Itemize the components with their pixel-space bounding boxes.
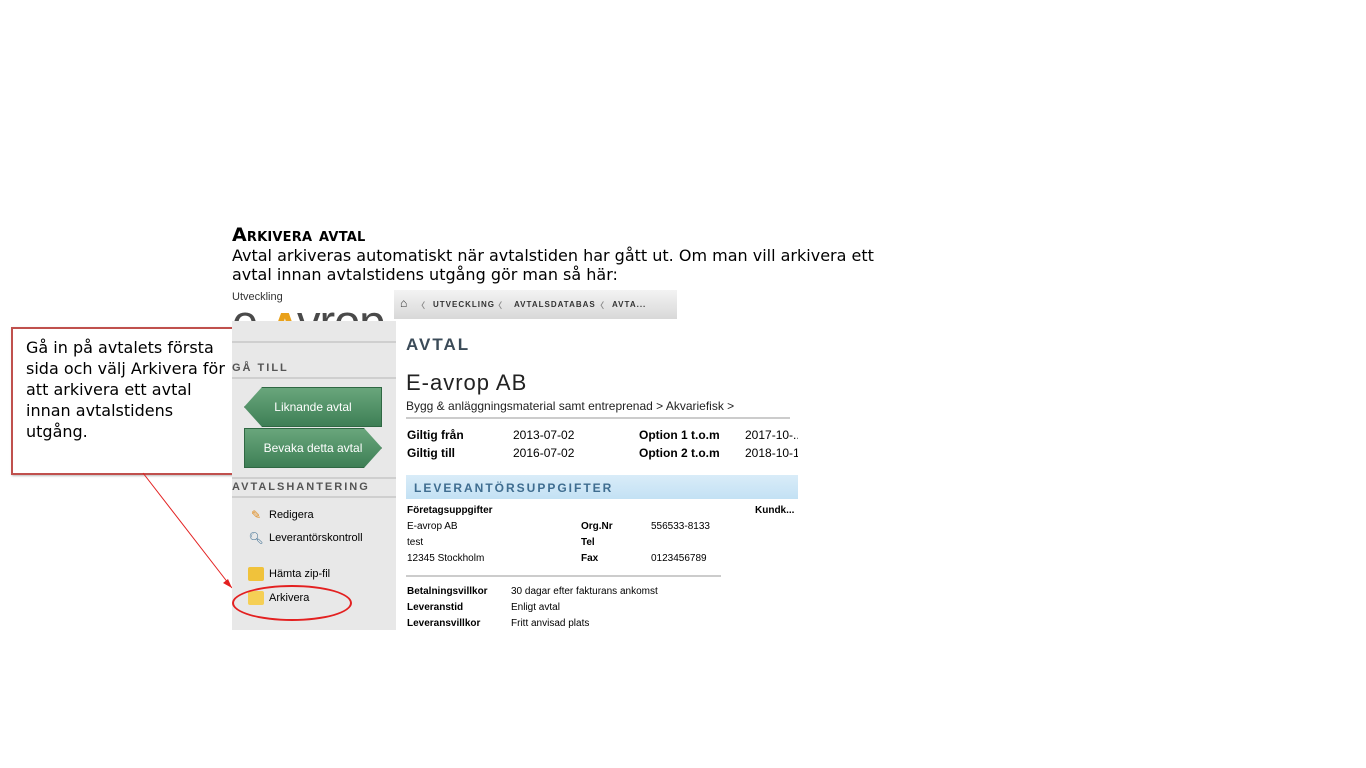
supplier-name: E-avrop AB <box>406 370 528 395</box>
sidebar-item-label: Leverantörskontroll <box>269 532 363 544</box>
fax-value: 0123456789 <box>651 553 707 564</box>
valid-to-label: Giltig till <box>407 446 455 460</box>
sidebar: GÅ TILL Liknande avtal Bevaka detta avta… <box>232 321 396 630</box>
chevron-icon: 〈 <box>494 301 503 310</box>
slide-heading: Arkivera avtal <box>232 224 366 246</box>
sidebar-item-label: Hämta zip-fil <box>269 568 331 580</box>
chevron-icon: 〈 <box>417 301 426 310</box>
company-line: test <box>407 537 424 548</box>
pencil-icon: ✎ <box>250 508 262 522</box>
company-header: Företagsuppgifter <box>407 505 493 516</box>
sidebar-item-hamta-zip[interactable]: Hämta zip-fil <box>248 567 330 581</box>
sidebar-item-redigera[interactable]: ✎ Redigera <box>248 508 314 522</box>
arkivera-highlight-circle <box>232 585 352 621</box>
company-line: 12345 Stockholm <box>407 553 485 564</box>
payment-terms-label: Betalningsvillkor <box>407 586 488 597</box>
tel-label: Tel <box>581 537 595 548</box>
valid-from-label: Giltig från <box>407 428 464 442</box>
contract-main: AVTAL E-avrop AB Bygg & anläggningsmater… <box>398 321 798 630</box>
valid-from-value: 2013-07-02 <box>513 428 575 442</box>
breadcrumb-item-avtalsdatabas[interactable]: AVTALSDATABAS <box>514 300 596 309</box>
goto-header: GÅ TILL <box>232 362 289 374</box>
org-nr-value: 556533-8133 <box>651 521 710 532</box>
section-title: AVTAL <box>406 335 471 354</box>
divider <box>232 341 396 343</box>
similar-contracts-button[interactable]: Liknande avtal <box>244 387 382 427</box>
customer-header: Kundk... <box>755 505 795 516</box>
option1-value: 2017-10-... <box>745 428 798 442</box>
supplier-info-band: LEVERANTÖRSUPPGIFTER <box>406 475 798 499</box>
divider <box>406 417 790 419</box>
divider <box>406 575 721 577</box>
company-line: E-avrop AB <box>407 521 458 532</box>
payment-terms-value: 30 dagar efter fakturans ankomst <box>511 586 658 597</box>
contract-management-header: AVTALSHANTERING <box>232 481 370 493</box>
app-screenshot: Utveckling e-ʌvrop ⌂ 〈 UTVECKLING 〈 AVTA… <box>232 290 798 630</box>
slide-intro: Avtal arkiveras automatiskt när avtalsti… <box>232 246 874 284</box>
delivery-time-value: Enligt avtal <box>511 602 560 613</box>
option1-label: Option 1 t.o.m <box>639 428 720 442</box>
watch-contract-button[interactable]: Bevaka detta avtal <box>244 428 382 468</box>
divider <box>232 496 396 498</box>
org-nr-label: Org.Nr <box>581 521 613 532</box>
option2-label: Option 2 t.o.m <box>639 446 720 460</box>
chevron-icon: 〈 <box>596 301 605 310</box>
magnifier-icon: 🔍︎ <box>248 531 264 545</box>
breadcrumb: ⌂ 〈 UTVECKLING 〈 AVTALSDATABAS 〈 AVTA... <box>394 290 677 319</box>
supplier-info-title: LEVERANTÖRSUPPGIFTER <box>414 481 614 495</box>
sidebar-item-label: Redigera <box>269 509 314 521</box>
divider <box>232 477 396 479</box>
breadcrumb-item-utveckling[interactable]: UTVECKLING <box>433 300 495 309</box>
zip-folder-icon <box>248 567 264 581</box>
valid-to-value: 2016-07-02 <box>513 446 575 460</box>
breadcrumb-item-avtal[interactable]: AVTA... <box>612 300 646 309</box>
category-path[interactable]: Bygg & anläggningsmaterial samt entrepre… <box>406 399 734 413</box>
option2-value: 2018-10-1... <box>745 446 798 460</box>
home-icon[interactable]: ⌂ <box>400 296 408 310</box>
fax-label: Fax <box>581 553 599 564</box>
delivery-terms-label: Leveransvillkor <box>407 618 481 629</box>
instruction-callout: Gå in på avtalets första sida och välj A… <box>11 327 234 475</box>
sidebar-item-leverantorskontroll[interactable]: 🔍︎ Leverantörskontroll <box>248 531 363 545</box>
divider <box>232 377 396 379</box>
delivery-terms-value: Fritt anvisad plats <box>511 618 590 629</box>
delivery-time-label: Leveranstid <box>407 602 464 613</box>
